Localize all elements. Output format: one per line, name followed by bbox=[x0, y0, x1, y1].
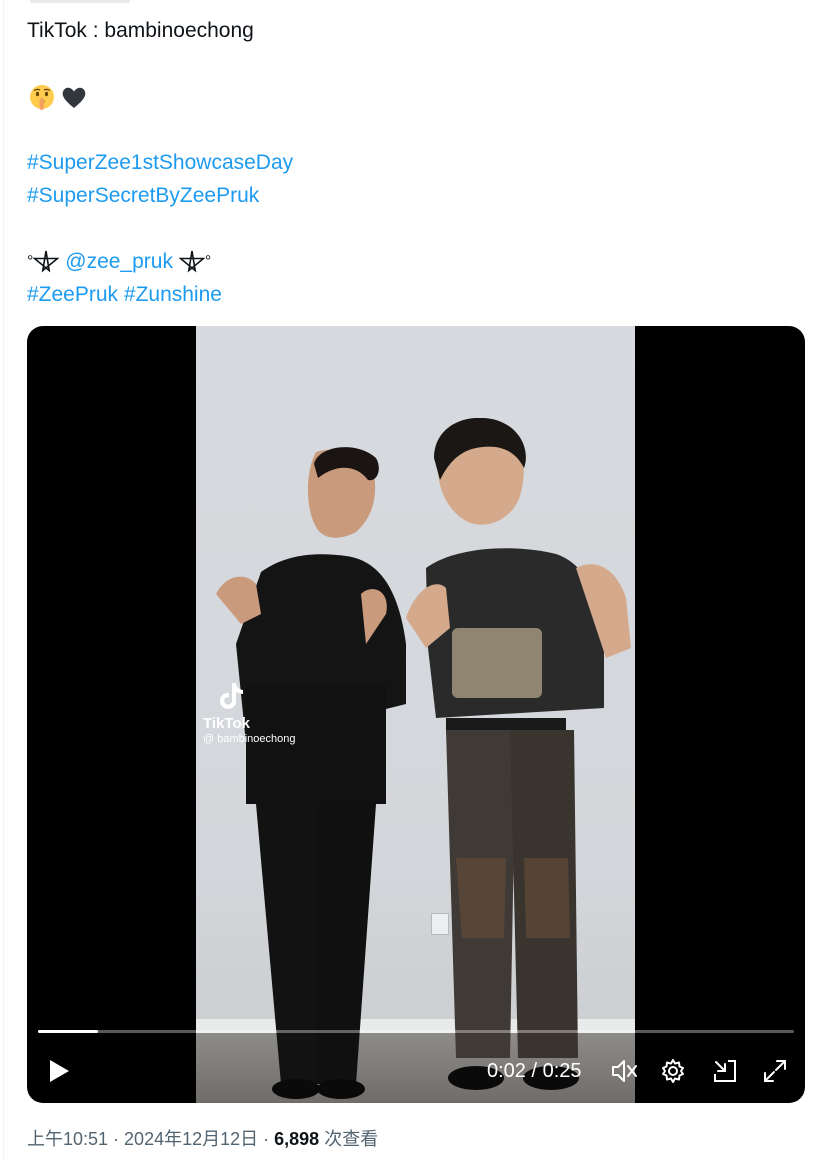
meta-separator: · bbox=[108, 1129, 125, 1149]
tweet-time[interactable]: 上午10:51 bbox=[27, 1129, 108, 1149]
tiktok-logo-icon bbox=[219, 683, 243, 710]
volume-icon bbox=[612, 1060, 637, 1082]
hashtag-link[interactable]: #SuperSecretByZeePruk bbox=[27, 179, 807, 212]
shushing-face-emoji bbox=[27, 82, 57, 112]
time-display: 0:02 / 0:25 bbox=[487, 1060, 582, 1082]
emoji-row bbox=[27, 80, 807, 113]
dock-icon bbox=[714, 1060, 736, 1082]
settings-icon bbox=[662, 1059, 684, 1083]
progress-bar[interactable] bbox=[38, 1030, 794, 1033]
video-frame[interactable]: TikTok @ bambinoechong bbox=[196, 326, 635, 1103]
tweet-date[interactable]: 2024年12月12日 bbox=[124, 1129, 258, 1149]
tiktok-handle-label: @ bambinoechong bbox=[203, 733, 296, 745]
fullscreen-button[interactable] bbox=[757, 1051, 793, 1091]
tweet-text: TikTok : bambinoechong #SuperZee1stShowc… bbox=[27, 14, 807, 311]
volume-button[interactable] bbox=[607, 1051, 643, 1091]
hashtag-link[interactable]: #SuperZee1stShowcaseDay bbox=[27, 146, 807, 179]
tiktok-watermark: TikTok @ bambinoechong bbox=[203, 681, 296, 746]
hashtag-link[interactable]: #Zunshine bbox=[124, 283, 222, 306]
black-heart-emoji bbox=[59, 82, 89, 112]
pentagram-icon bbox=[32, 249, 61, 275]
dock-button[interactable] bbox=[707, 1051, 743, 1091]
duration: 0:25 bbox=[542, 1060, 582, 1082]
play-button[interactable] bbox=[39, 1051, 79, 1091]
cropped-element bbox=[30, 0, 130, 3]
play-icon bbox=[50, 1060, 69, 1082]
video-controls: 0:02 / 0:25 bbox=[27, 1051, 805, 1091]
pentagram-icon bbox=[178, 249, 206, 275]
video-player[interactable]: TikTok @ bambinoechong 0:02 / 0:25 bbox=[27, 326, 805, 1103]
view-count: 6,898 bbox=[274, 1129, 320, 1149]
hashtag-link[interactable]: #ZeePruk bbox=[27, 283, 118, 306]
view-label: 次查看 bbox=[319, 1129, 379, 1149]
settings-button[interactable] bbox=[655, 1051, 691, 1091]
person-left bbox=[216, 447, 406, 1099]
mention-line: ° @zee_pruk ° bbox=[27, 245, 807, 278]
meta-separator: · bbox=[258, 1129, 275, 1149]
degree-sign: ° bbox=[204, 253, 212, 270]
tiktok-brand-label: TikTok bbox=[203, 715, 250, 732]
tweet-detail: TikTok : bambinoechong #SuperZee1stShowc… bbox=[0, 0, 826, 1159]
mention-link[interactable]: @zee_pruk bbox=[65, 250, 173, 273]
tweet-meta: 上午10:51 · 2024年12月12日 · 6,898 次查看 bbox=[27, 1127, 378, 1151]
progress-fill bbox=[38, 1030, 99, 1033]
tweet-line-source: TikTok : bambinoechong bbox=[27, 19, 254, 42]
person-right bbox=[406, 418, 631, 1090]
fullscreen-icon bbox=[764, 1060, 786, 1082]
column-border bbox=[3, 0, 4, 1159]
current-time: 0:02 bbox=[487, 1060, 526, 1082]
time-separator: / bbox=[525, 1060, 543, 1082]
